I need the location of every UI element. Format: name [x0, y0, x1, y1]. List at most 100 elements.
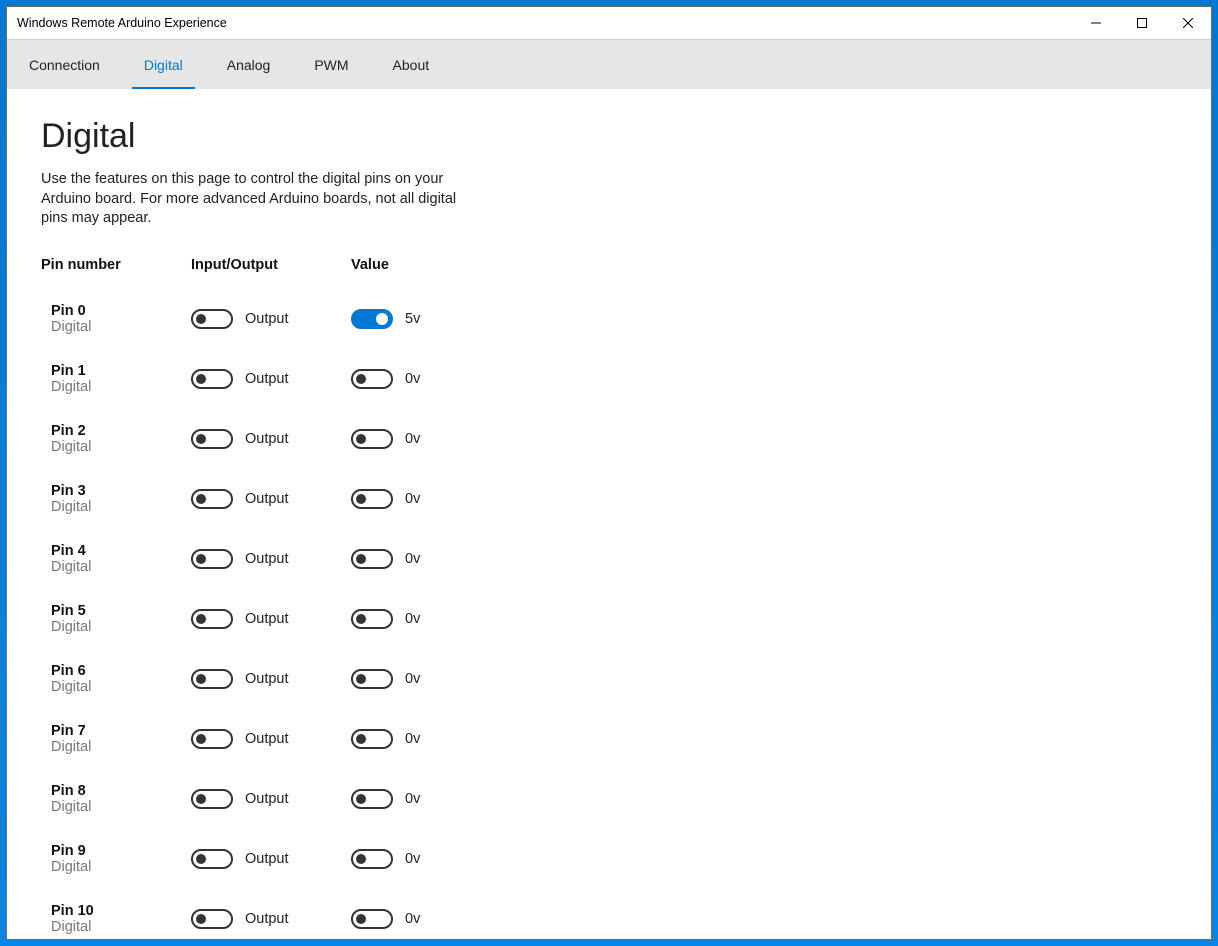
toggle-knob-icon — [196, 554, 206, 564]
io-toggle[interactable] — [191, 729, 233, 749]
toggle-knob-icon — [356, 914, 366, 924]
pin-type: Digital — [51, 559, 191, 575]
io-toggle[interactable] — [191, 789, 233, 809]
maximize-button[interactable] — [1119, 7, 1165, 39]
value-toggle[interactable] — [351, 789, 393, 809]
value-cell: 0v — [351, 489, 511, 509]
value-toggle[interactable] — [351, 669, 393, 689]
value-cell: 0v — [351, 549, 511, 569]
toggle-knob-icon — [356, 674, 366, 684]
pin-info: Pin 9Digital — [41, 843, 191, 875]
value-toggle[interactable] — [351, 609, 393, 629]
pin-type: Digital — [51, 679, 191, 695]
tab-pwm[interactable]: PWM — [292, 40, 370, 89]
pin-type: Digital — [51, 859, 191, 875]
tab-digital[interactable]: Digital — [122, 40, 205, 89]
pin-name: Pin 7 — [51, 723, 191, 739]
pin-type: Digital — [51, 919, 191, 935]
pin-name: Pin 4 — [51, 543, 191, 559]
toggle-knob-icon — [356, 554, 366, 564]
io-toggle[interactable] — [191, 669, 233, 689]
window-title: Windows Remote Arduino Experience — [17, 16, 227, 30]
io-cell: Output — [191, 729, 351, 749]
pin-name: Pin 0 — [51, 303, 191, 319]
pin-info: Pin 10Digital — [41, 903, 191, 935]
toggle-knob-icon — [196, 434, 206, 444]
pin-row: Pin 1DigitalOutput0v — [41, 349, 1177, 409]
io-label: Output — [245, 431, 289, 447]
value-toggle[interactable] — [351, 909, 393, 929]
close-button[interactable] — [1165, 7, 1211, 39]
pin-row: Pin 4Digital Output 0v — [41, 529, 1177, 589]
toggle-knob-icon — [196, 374, 206, 384]
toggle-knob-icon — [196, 914, 206, 924]
col-header-io: Input/Output — [191, 257, 351, 273]
col-header-value: Value — [351, 257, 511, 273]
toggle-knob-icon — [356, 734, 366, 744]
pin-name: Pin 6 — [51, 663, 191, 679]
pin-name: Pin 8 — [51, 783, 191, 799]
pin-type: Digital — [51, 739, 191, 755]
value-label: 0v — [405, 671, 420, 687]
io-label: Output — [245, 731, 289, 747]
io-cell: Output — [191, 429, 351, 449]
value-cell: 0v — [351, 609, 511, 629]
minimize-icon — [1091, 18, 1101, 28]
value-toggle[interactable] — [351, 549, 393, 569]
io-toggle[interactable] — [191, 309, 233, 329]
pin-info: Pin 3Digital — [41, 483, 191, 515]
toggle-knob-icon — [356, 434, 366, 444]
value-toggle[interactable] — [351, 849, 393, 869]
toggle-knob-icon — [196, 734, 206, 744]
toggle-knob-icon — [196, 314, 206, 324]
io-cell: Output — [191, 609, 351, 629]
toggle-knob-icon — [356, 854, 366, 864]
pin-row: Pin 8DigitalOutput0v — [41, 769, 1177, 829]
value-toggle[interactable] — [351, 429, 393, 449]
value-label: 0v — [405, 851, 420, 867]
pin-name: Pin 9 — [51, 843, 191, 859]
pin-row: Pin 6Digital Output 0v — [41, 649, 1177, 709]
tab-about[interactable]: About — [371, 40, 452, 89]
io-toggle[interactable] — [191, 369, 233, 389]
toggle-knob-icon — [196, 794, 206, 804]
pin-type: Digital — [51, 499, 191, 515]
tab-connection[interactable]: Connection — [7, 40, 122, 89]
pin-info: Pin 5Digital — [41, 603, 191, 635]
value-label: 5v — [405, 311, 420, 327]
io-label: Output — [245, 551, 289, 567]
tab-analog[interactable]: Analog — [205, 40, 293, 89]
titlebar: Windows Remote Arduino Experience — [7, 7, 1211, 39]
io-label: Output — [245, 911, 289, 927]
io-label: Output — [245, 311, 289, 327]
io-toggle[interactable] — [191, 489, 233, 509]
value-cell: 0v — [351, 849, 511, 869]
pin-type: Digital — [51, 799, 191, 815]
value-toggle[interactable] — [351, 309, 393, 329]
io-toggle[interactable] — [191, 549, 233, 569]
minimize-button[interactable] — [1073, 7, 1119, 39]
value-label: 0v — [405, 431, 420, 447]
io-label: Output — [245, 671, 289, 687]
io-toggle[interactable] — [191, 609, 233, 629]
value-label: 0v — [405, 371, 420, 387]
value-label: 0v — [405, 611, 420, 627]
value-toggle[interactable] — [351, 369, 393, 389]
io-toggle[interactable] — [191, 849, 233, 869]
toggle-knob-icon — [376, 313, 388, 325]
io-toggle[interactable] — [191, 429, 233, 449]
page-description: Use the features on this page to control… — [41, 170, 461, 229]
value-toggle[interactable] — [351, 729, 393, 749]
io-toggle[interactable] — [191, 909, 233, 929]
io-cell: Output — [191, 909, 351, 929]
pin-info: Pin 2Digital — [41, 423, 191, 455]
value-cell: 0v — [351, 369, 511, 389]
pin-row: Pin 2Digital Output 0v — [41, 409, 1177, 469]
pin-name: Pin 3 — [51, 483, 191, 499]
value-cell: 0v — [351, 429, 511, 449]
tab-bar: ConnectionDigitalAnalogPWMAbout — [7, 39, 1211, 89]
page-content[interactable]: Digital Use the features on this page to… — [7, 89, 1211, 939]
maximize-icon — [1137, 18, 1147, 28]
value-toggle[interactable] — [351, 489, 393, 509]
pin-info: Pin 0Digital — [41, 303, 191, 335]
